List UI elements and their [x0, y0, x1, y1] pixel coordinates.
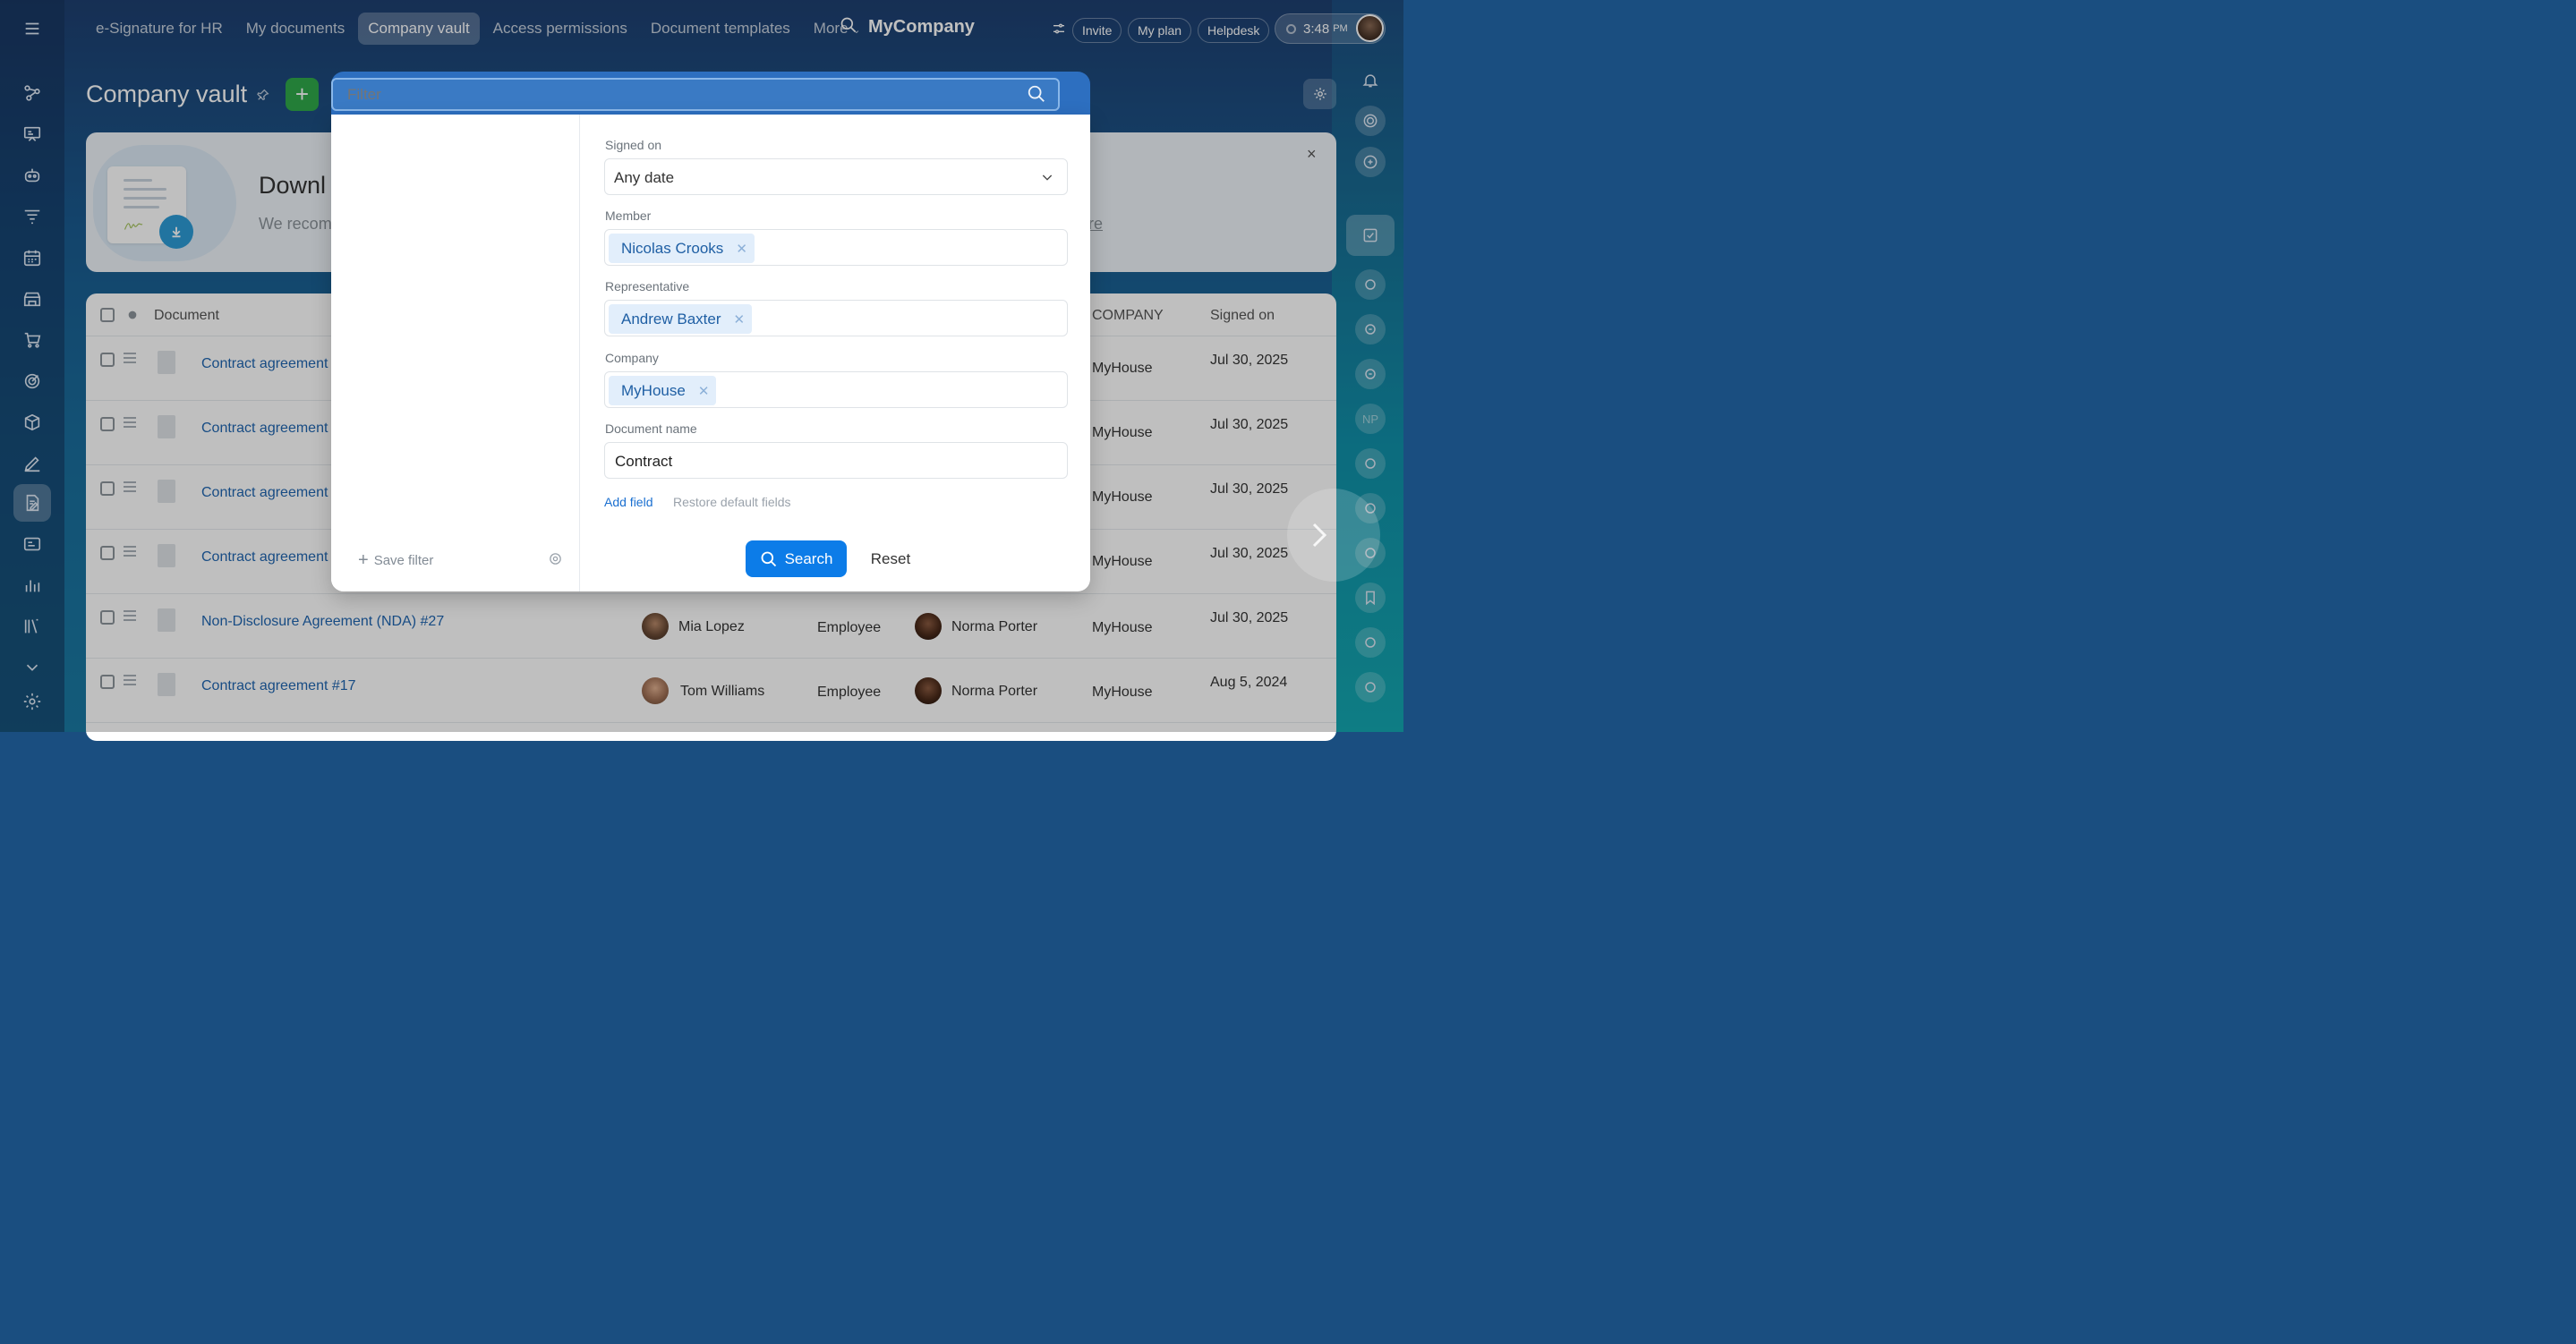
document-name-field[interactable]: Contract	[604, 442, 1068, 479]
search-button-label: Search	[784, 549, 833, 567]
representative-tag-label: Andrew Baxter	[621, 310, 721, 327]
next-page-button[interactable]	[1287, 489, 1380, 582]
member-label: Member	[605, 208, 652, 223]
plus-icon: +	[358, 550, 369, 570]
save-filter-label: Save filter	[373, 552, 434, 568]
search-icon	[761, 551, 776, 566]
filter-settings-icon[interactable]	[548, 551, 563, 571]
add-field-link[interactable]: Add field	[604, 495, 653, 509]
member-tag-label: Nicolas Crooks	[621, 239, 724, 257]
signed-on-value: Any date	[614, 169, 675, 186]
company-field[interactable]: MyHouse ✕	[604, 371, 1068, 408]
member-tag[interactable]: Nicolas Crooks ✕	[609, 234, 755, 263]
company-tag[interactable]: MyHouse ✕	[609, 376, 717, 405]
representative-field[interactable]: Andrew Baxter ✕	[604, 300, 1068, 336]
signed-on-label: Signed on	[605, 138, 662, 152]
signed-on-select[interactable]: Any date	[604, 158, 1068, 195]
search-button[interactable]: Search	[746, 540, 847, 577]
chevron-right-icon	[1312, 523, 1327, 548]
remove-tag-icon[interactable]: ✕	[736, 241, 747, 257]
chevron-down-icon	[1040, 170, 1054, 189]
filter-panel: + Save filter Signed on Any date Member …	[331, 115, 1090, 591]
representative-tag[interactable]: Andrew Baxter ✕	[609, 304, 753, 334]
restore-default-fields-link[interactable]: Restore default fields	[673, 495, 791, 509]
member-field[interactable]: Nicolas Crooks ✕	[604, 229, 1068, 266]
company-tag-label: MyHouse	[621, 381, 686, 399]
saved-filters-column: + Save filter	[331, 115, 580, 591]
save-filter-button[interactable]: + Save filter	[358, 551, 433, 569]
document-name-label: Document name	[605, 421, 697, 436]
document-name-value: Contract	[615, 453, 673, 470]
representative-label: Representative	[605, 279, 690, 293]
company-label: Company	[605, 351, 659, 365]
remove-tag-icon[interactable]: ✕	[698, 383, 710, 399]
search-icon[interactable]	[1027, 84, 1046, 104]
remove-tag-icon[interactable]: ✕	[734, 311, 746, 327]
reset-button[interactable]: Reset	[859, 540, 922, 577]
filter-input[interactable]	[331, 78, 1060, 111]
